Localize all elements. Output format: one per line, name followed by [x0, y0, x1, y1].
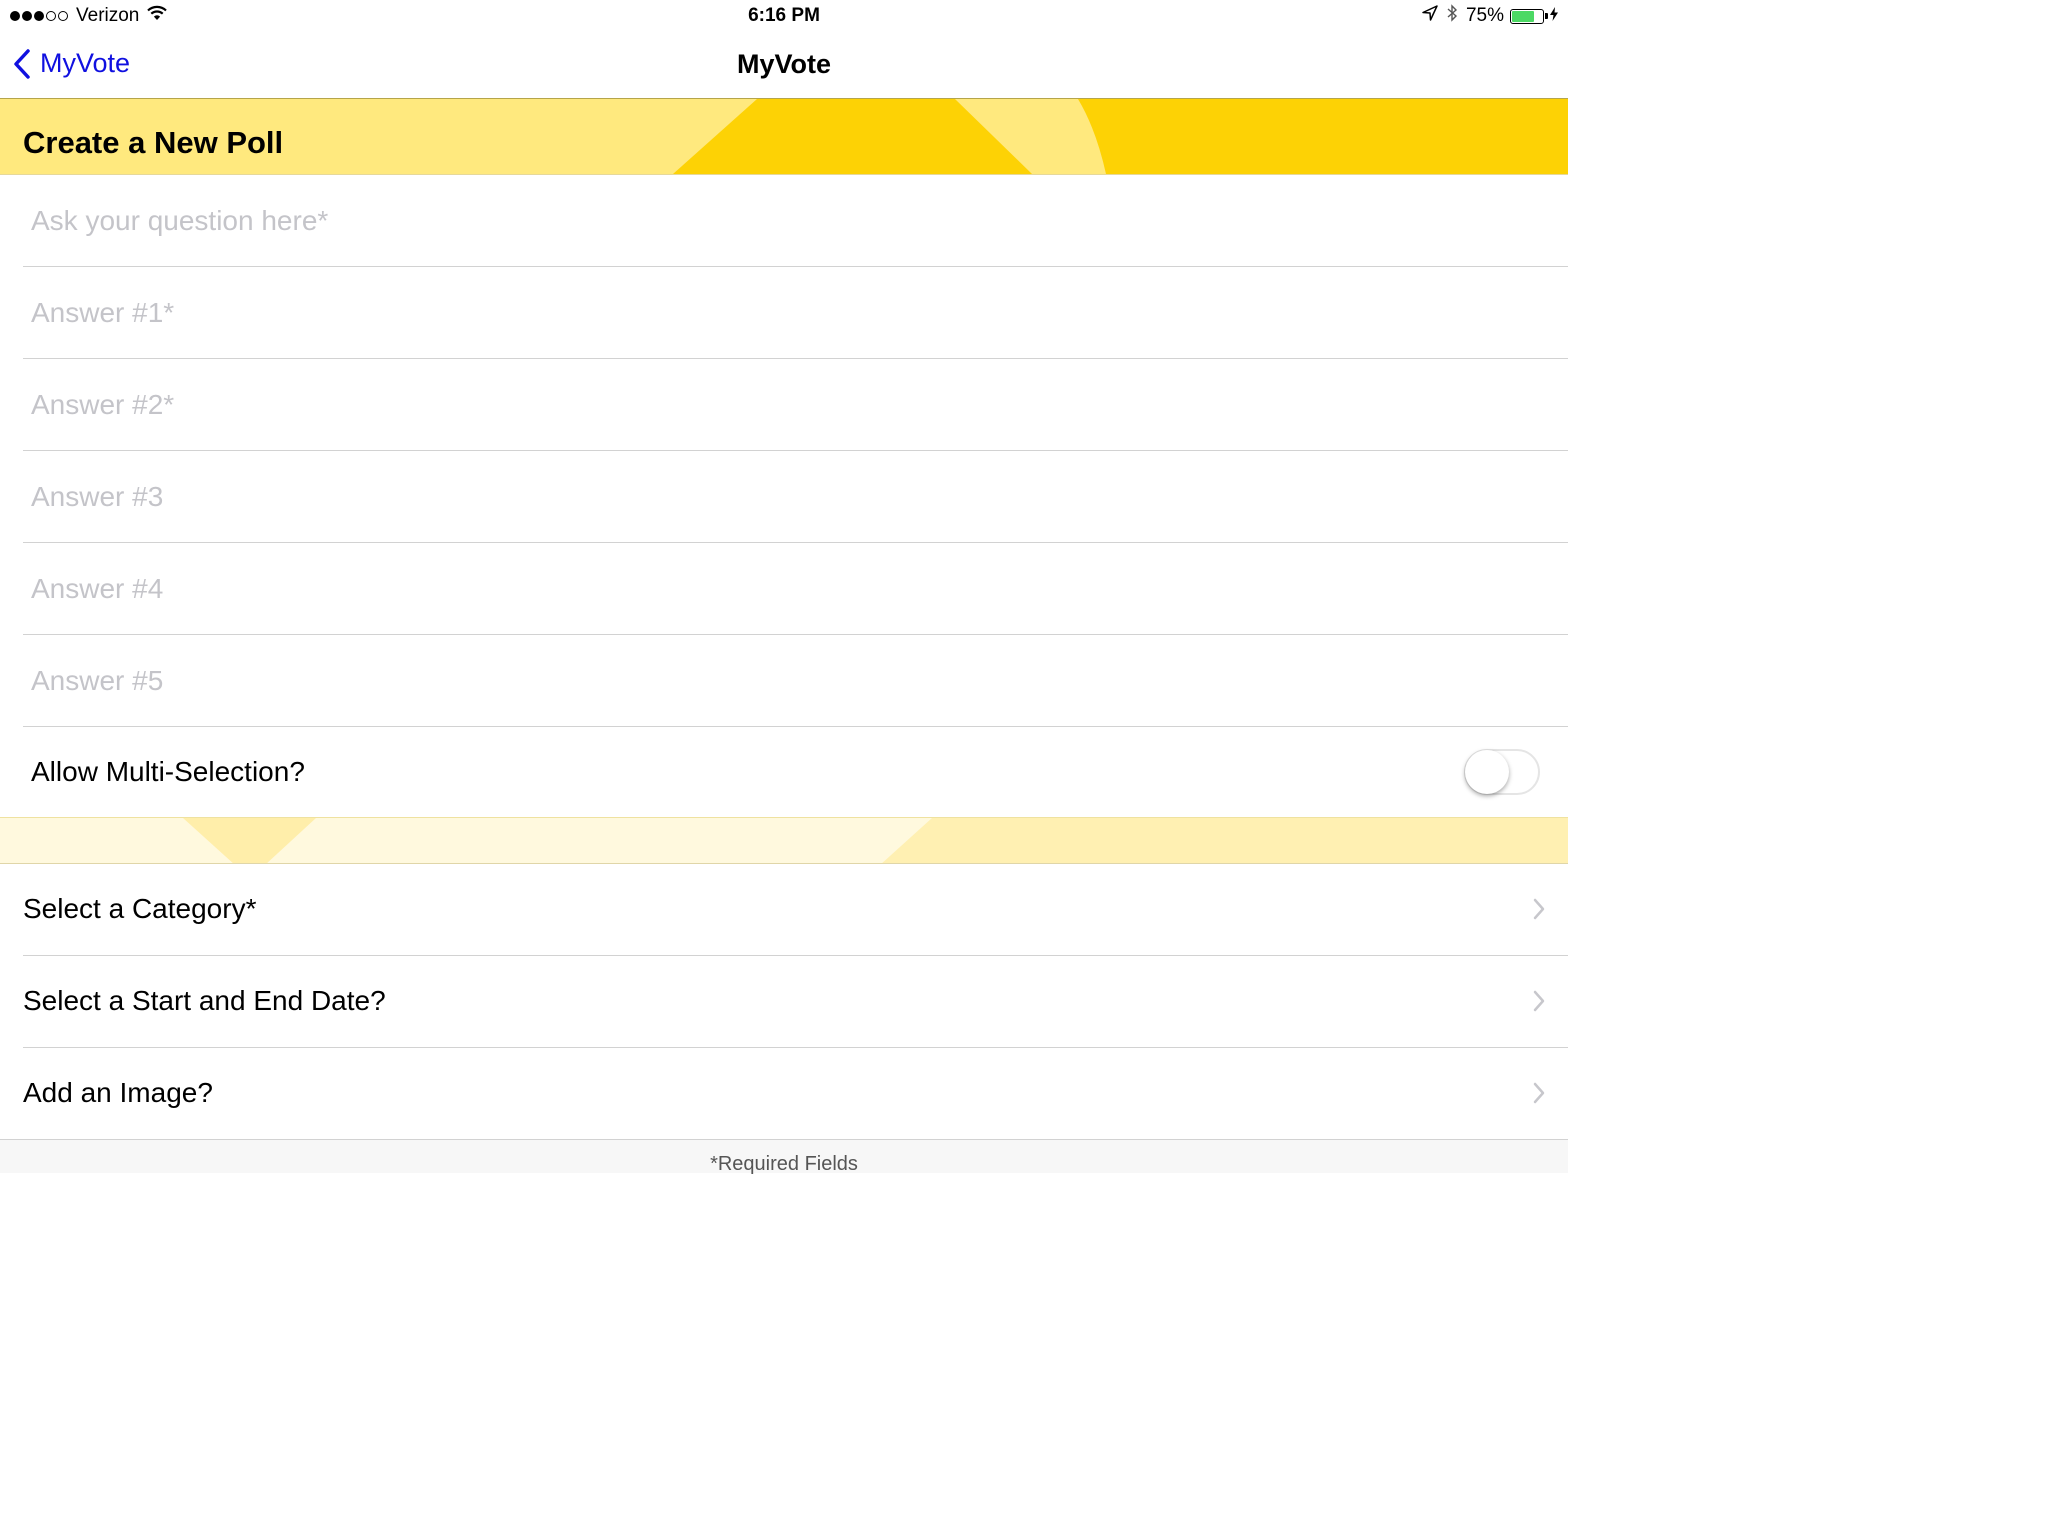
answer-4-input[interactable] [23, 543, 1568, 634]
answer-row-1 [0, 267, 1568, 359]
question-row [0, 175, 1568, 267]
status-bar: Verizon 6:16 PM 75% [0, 0, 1568, 32]
add-image-row[interactable]: Add an Image? [0, 1048, 1568, 1140]
status-bar-right: 75% [1422, 4, 1558, 28]
chevron-right-icon [1533, 1082, 1545, 1104]
question-input[interactable] [23, 175, 1568, 266]
select-dates-row[interactable]: Select a Start and End Date? [0, 956, 1568, 1048]
answer-row-2 [0, 359, 1568, 451]
select-category-label: Select a Category* [23, 893, 257, 924]
chevron-right-icon [1533, 990, 1545, 1012]
answer-3-input[interactable] [23, 451, 1568, 542]
page-title: Create a New Poll [23, 125, 284, 160]
section-divider-band [0, 817, 1568, 864]
answer-row-3 [0, 451, 1568, 543]
battery-level-fill [1512, 10, 1534, 22]
battery-percent: 75% [1465, 5, 1504, 26]
select-dates-label: Select a Start and End Date? [23, 985, 386, 1016]
select-category-row[interactable]: Select a Category* [0, 864, 1568, 956]
multi-selection-toggle[interactable] [1464, 749, 1540, 795]
battery-icon [1510, 8, 1544, 24]
multi-selection-label: Allow Multi-Selection? [31, 756, 305, 787]
status-time: 6:16 PM [748, 5, 820, 26]
toggle-knob [1465, 750, 1509, 794]
add-image-label: Add an Image? [23, 1077, 213, 1108]
section-header: Create a New Poll [0, 99, 1568, 175]
bluetooth-icon [1446, 4, 1458, 28]
answer-2-input[interactable] [23, 359, 1568, 450]
answer-row-5 [0, 635, 1568, 727]
chevron-right-icon [1533, 898, 1545, 920]
band-background [0, 818, 1568, 863]
battery-cap [1545, 13, 1548, 19]
required-fields-note: *Required Fields [710, 1153, 858, 1175]
navigation-bar: MyVote MyVote [0, 32, 1568, 99]
answer-row-4 [0, 543, 1568, 635]
answer-1-input[interactable] [23, 267, 1568, 358]
charging-bolt-icon [1550, 5, 1558, 27]
multi-selection-row: Allow Multi-Selection? [0, 727, 1568, 817]
footer: *Required Fields [0, 1140, 1568, 1175]
answer-5-input[interactable] [23, 635, 1568, 726]
nav-title: MyVote [736, 49, 831, 79]
location-arrow-icon [1422, 5, 1438, 27]
